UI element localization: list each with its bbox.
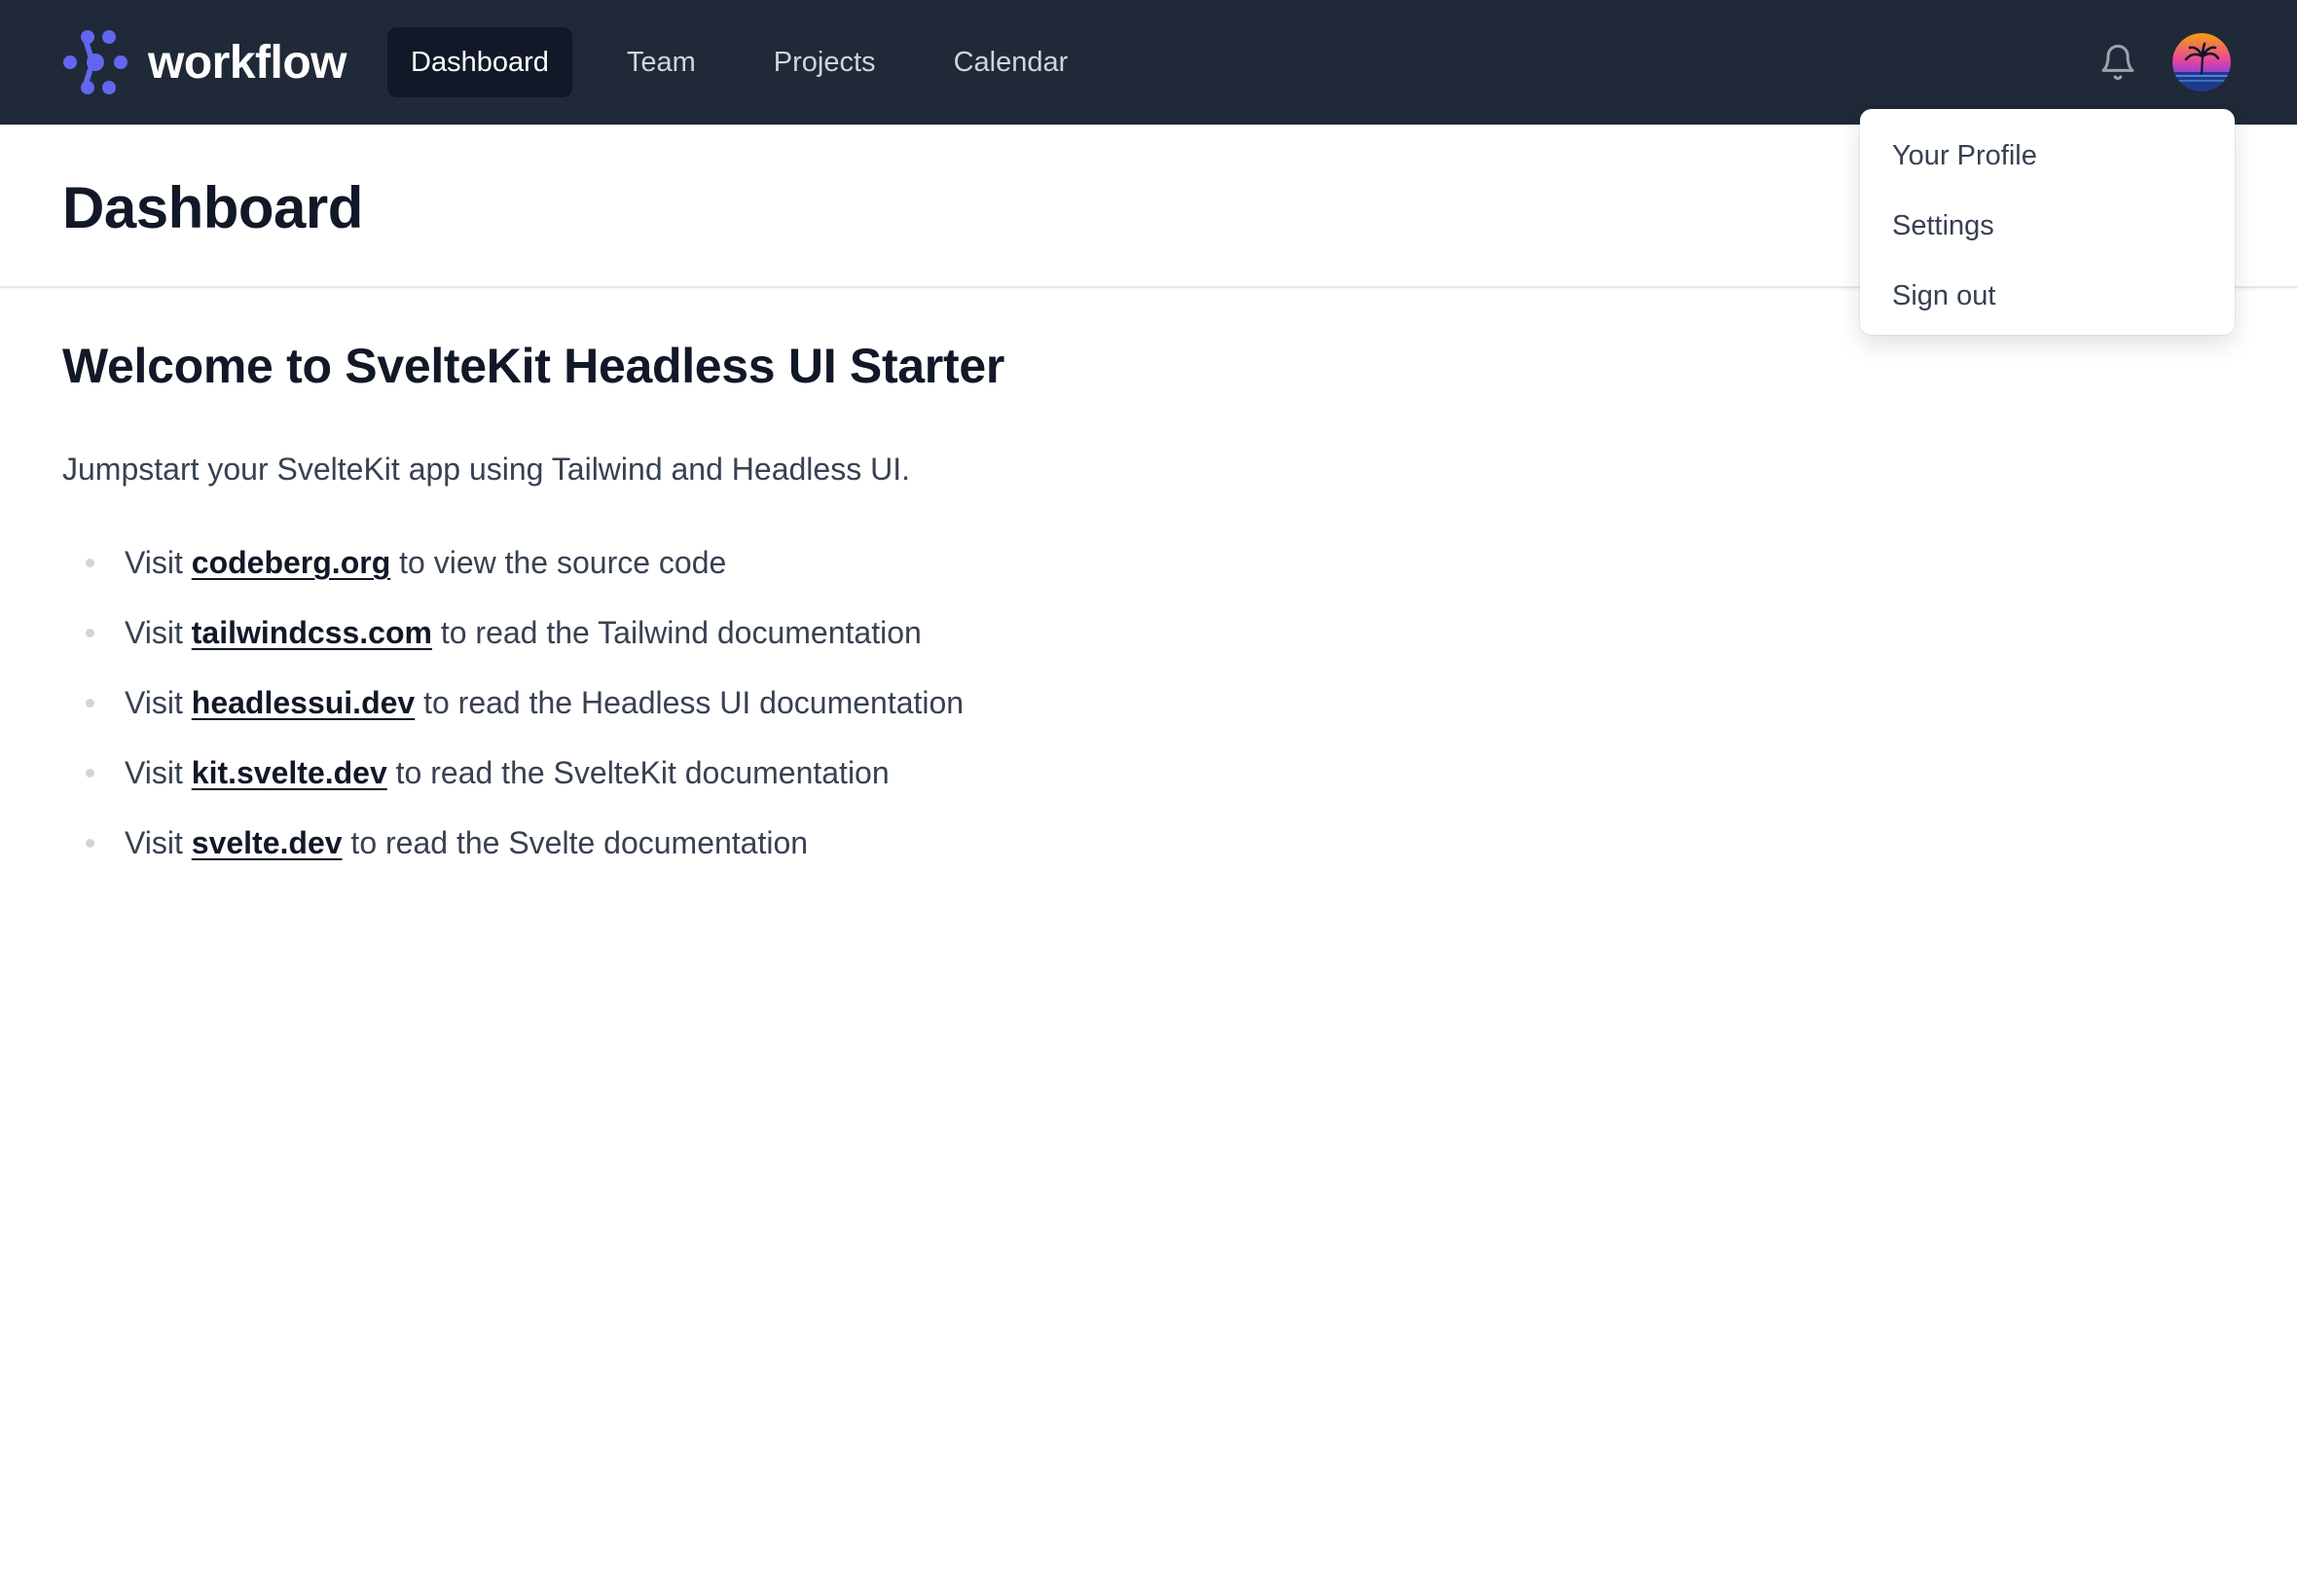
link-prefix: Visit: [125, 685, 192, 720]
bullet-icon: [86, 699, 94, 707]
nav-item-team[interactable]: Team: [603, 27, 719, 97]
page-title: Dashboard: [62, 175, 363, 240]
menu-item-your-profile[interactable]: Your Profile: [1860, 121, 2235, 191]
notifications-button[interactable]: [2095, 39, 2141, 86]
bullet-icon: [86, 839, 94, 848]
list-item: Visit svelte.dev to read the Svelte docu…: [62, 823, 964, 893]
user-menu-button[interactable]: [2172, 33, 2231, 91]
bell-icon: [2101, 44, 2134, 81]
brand-name: workflow: [148, 36, 347, 89]
nav-item-projects[interactable]: Projects: [750, 27, 899, 97]
menu-item-settings[interactable]: Settings: [1860, 191, 2235, 261]
nav-item-calendar[interactable]: Calendar: [930, 27, 1092, 97]
avatar-icon: [2172, 33, 2231, 91]
headlessui-link[interactable]: headlessui.dev: [192, 685, 415, 720]
list-item: Visit tailwindcss.com to read the Tailwi…: [62, 613, 964, 683]
intro-text: Jumpstart your SvelteKit app using Tailw…: [62, 452, 910, 487]
svelte-link[interactable]: svelte.dev: [192, 825, 343, 860]
bullet-icon: [86, 769, 94, 778]
bullet-icon: [86, 629, 94, 637]
menu-item-sign-out[interactable]: Sign out: [1860, 261, 2235, 331]
link-suffix: to read the Svelte documentation: [342, 825, 809, 860]
top-navbar: workflow Dashboard Team Projects Calenda…: [0, 0, 2297, 125]
kit-svelte-link[interactable]: kit.svelte.dev: [192, 755, 387, 790]
link-prefix: Visit: [125, 755, 192, 790]
list-item: Visit kit.svelte.dev to read the SvelteK…: [62, 753, 964, 823]
link-prefix: Visit: [125, 825, 192, 860]
nav-item-dashboard[interactable]: Dashboard: [387, 27, 572, 97]
link-suffix: to read the Tailwind documentation: [431, 615, 922, 650]
main-nav: Dashboard Team Projects Calendar: [387, 27, 1122, 97]
list-item: Visit headlessui.dev to read the Headles…: [62, 683, 964, 753]
link-suffix: to read the SvelteKit documentation: [386, 755, 890, 790]
resource-links-list: Visit codeberg.org to view the source co…: [62, 543, 964, 893]
link-suffix: to view the source code: [390, 545, 727, 580]
link-prefix: Visit: [125, 545, 192, 580]
user-menu-dropdown: Your Profile Settings Sign out: [1860, 109, 2235, 335]
welcome-heading: Welcome to SvelteKit Headless UI Starter: [62, 339, 1004, 393]
bullet-icon: [86, 559, 94, 567]
tailwindcss-link[interactable]: tailwindcss.com: [192, 615, 432, 650]
workflow-logo-icon: [63, 30, 128, 94]
link-prefix: Visit: [125, 615, 192, 650]
link-suffix: to read the Headless UI documentation: [415, 685, 965, 720]
codeberg-link[interactable]: codeberg.org: [192, 545, 390, 580]
brand[interactable]: workflow: [62, 29, 347, 95]
list-item: Visit codeberg.org to view the source co…: [62, 543, 964, 613]
